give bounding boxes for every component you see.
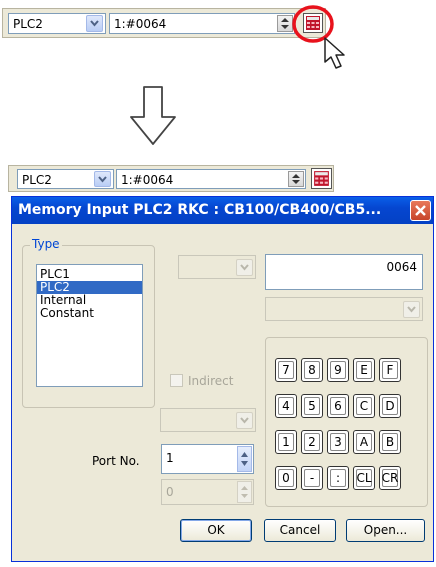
keypad-key-0-3[interactable]: E — [353, 358, 375, 382]
indirect-label: Indirect — [188, 374, 234, 388]
top-toolbar: PLC2 1:#0064 — [2, 8, 326, 38]
keypad: 7 8 9 E F 4 5 6 C D 1 2 3 A B 0-: CL CR — [275, 358, 420, 493]
chevron-down-icon — [236, 259, 253, 276]
keypad-key-0-0[interactable]: 7 — [275, 358, 297, 382]
ok-button[interactable]: OK — [180, 519, 252, 542]
keypad-key-2-2[interactable]: 3 — [327, 430, 349, 454]
chevron-down-icon[interactable] — [94, 171, 111, 187]
list-item-constant[interactable]: Constant — [37, 307, 142, 320]
value-field[interactable]: 0064 — [265, 254, 423, 290]
bottom-address-field[interactable]: 1:#0064 — [116, 169, 306, 189]
keypad-key-0-4[interactable]: F — [379, 358, 401, 382]
station-select-disabled — [178, 255, 256, 279]
open-button[interactable]: Open... — [346, 519, 425, 542]
sub-select-disabled — [265, 297, 423, 321]
keypad-key-3-0[interactable]: 0 — [275, 466, 297, 490]
port-field-text: 1 — [166, 451, 174, 465]
bottom-plc-select[interactable]: PLC2 — [17, 169, 114, 189]
keypad-key-1-3[interactable]: C — [353, 394, 375, 418]
keypad-key-3-4[interactable]: CR — [379, 466, 401, 490]
keypad-key-2-1[interactable]: 2 — [301, 430, 323, 454]
calculator-icon[interactable] — [311, 168, 332, 189]
dialog-title-bar: Memory Input PLC2 RKC : CB100/CB400/CB5.… — [12, 197, 433, 224]
keypad-key-1-4[interactable]: D — [379, 394, 401, 418]
indirect-checkbox[interactable] — [170, 374, 183, 387]
chevron-down-icon — [236, 412, 253, 429]
top-plc-select-value: PLC2 — [13, 17, 43, 31]
bottom-toolbar: PLC2 1:#0064 — [8, 165, 334, 192]
keypad-key-3-1[interactable]: - — [301, 466, 323, 490]
spin-arrows-icon[interactable] — [288, 171, 304, 187]
keypad-key-0-2[interactable]: 9 — [327, 358, 349, 382]
mouse-cursor-icon — [324, 37, 345, 69]
close-icon[interactable] — [410, 200, 431, 221]
indirect-port-text: 0 — [166, 485, 174, 499]
dialog-title: Memory Input PLC2 RKC : CB100/CB400/CB5.… — [18, 202, 382, 218]
keypad-key-1-2[interactable]: 6 — [327, 394, 349, 418]
keypad-key-0-1[interactable]: 8 — [301, 358, 323, 382]
port-field[interactable]: 1 — [161, 444, 254, 474]
chevron-down-icon — [403, 301, 420, 318]
indirect-port-field: 0 — [161, 479, 254, 505]
keypad-key-1-0[interactable]: 4 — [275, 394, 297, 418]
keypad-key-1-1[interactable]: 5 — [301, 394, 323, 418]
top-plc-select[interactable]: PLC2 — [8, 13, 106, 34]
indirect-select-disabled — [160, 408, 256, 432]
spin-arrows-icon — [237, 481, 252, 503]
memory-input-dialog: Memory Input PLC2 RKC : CB100/CB400/CB5.… — [11, 196, 434, 562]
down-arrow-icon — [130, 86, 176, 145]
keypad-key-2-4[interactable]: B — [379, 430, 401, 454]
bottom-plc-select-value: PLC2 — [22, 173, 52, 187]
keypad-key-3-3[interactable]: CL — [353, 466, 375, 490]
cancel-button[interactable]: Cancel — [264, 519, 336, 542]
chevron-down-icon[interactable] — [86, 15, 103, 32]
top-address-value: 1:#0064 — [114, 17, 167, 31]
keypad-key-2-3[interactable]: A — [353, 430, 375, 454]
top-address-field[interactable]: 1:#0064 — [109, 13, 295, 34]
keypad-key-2-0[interactable]: 1 — [275, 430, 297, 454]
type-listbox[interactable]: PLC1 PLC2 Internal Constant — [36, 264, 143, 387]
spin-arrows-icon[interactable] — [237, 446, 252, 472]
type-group-legend: Type — [30, 237, 62, 251]
bottom-address-value: 1:#0064 — [121, 173, 174, 187]
port-label: Port No. — [92, 454, 140, 468]
value-field-text: 0064 — [386, 260, 417, 274]
keypad-key-3-2[interactable]: : — [327, 466, 349, 490]
